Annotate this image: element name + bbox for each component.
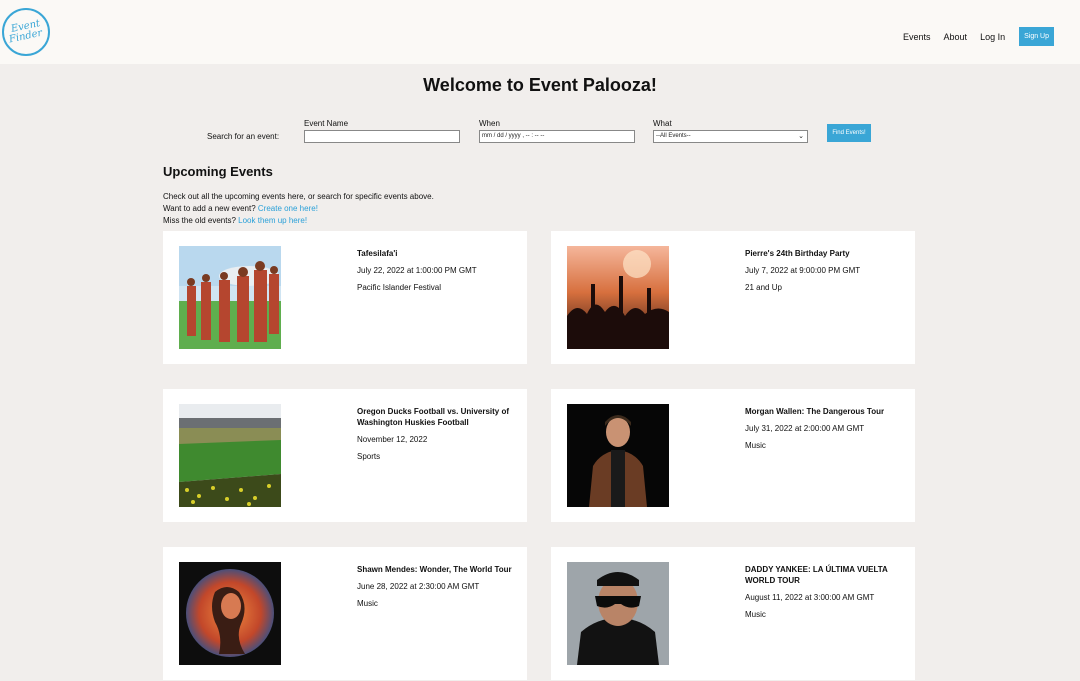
event-image-party[interactable] xyxy=(567,246,669,349)
event-card[interactable]: DADDY YANKEE: LA ÚLTIMA VUELTA WORLD TOU… xyxy=(551,547,915,680)
event-title[interactable]: Tafesilafa'i xyxy=(357,248,512,259)
event-image-festival[interactable] xyxy=(179,246,281,349)
what-label: What xyxy=(653,119,672,128)
signup-button[interactable]: Sign Up xyxy=(1019,27,1054,46)
event-date: November 12, 2022 xyxy=(357,435,428,444)
what-select[interactable]: --All Events-- ⌄ xyxy=(653,130,808,143)
nav-events-link[interactable]: Events xyxy=(903,32,931,42)
event-image-morgan-wallen[interactable] xyxy=(567,404,669,507)
intro-create-text: Want to add a new event? xyxy=(163,204,258,213)
page-title: Welcome to Event Palooza! xyxy=(423,75,657,95)
nav-links: Events About Log In Sign Up xyxy=(890,27,1054,46)
event-title[interactable]: Shawn Mendes: Wonder, The World Tour xyxy=(357,564,512,575)
create-event-link[interactable]: Create one here! xyxy=(258,204,318,213)
what-selected-value: --All Events-- xyxy=(656,133,691,139)
event-card[interactable]: Pierre's 24th Birthday Party July 7, 202… xyxy=(551,231,915,364)
event-info: Morgan Wallen: The Dangerous Tour July 3… xyxy=(745,406,900,451)
navbar: Event Finder Events About Log In Sign Up xyxy=(0,0,1080,64)
event-title[interactable]: Morgan Wallen: The Dangerous Tour xyxy=(745,406,900,417)
event-card[interactable]: Tafesilafa'i July 22, 2022 at 1:00:00 PM… xyxy=(163,231,527,364)
intro-past-line: Miss the old events? Look them up here! xyxy=(163,215,434,227)
event-category: Pacific Islander Festival xyxy=(357,283,442,292)
find-events-button[interactable]: Find Events! xyxy=(827,124,871,142)
event-name-input[interactable] xyxy=(304,130,460,143)
event-category: Music xyxy=(745,610,766,619)
event-name-label: Event Name xyxy=(304,119,349,128)
event-date: July 7, 2022 at 9:00:00 PM GMT xyxy=(745,266,861,275)
event-image-stadium[interactable] xyxy=(179,404,281,507)
event-category: Music xyxy=(745,441,766,450)
event-info: Oregon Ducks Football vs. University of … xyxy=(357,406,512,462)
event-category: Sports xyxy=(357,452,381,461)
when-datetime-input[interactable]: mm / dd / yyyy , -- : -- -- xyxy=(479,130,635,143)
event-date: July 31, 2022 at 2:00:00 AM GMT xyxy=(745,424,865,433)
when-label: When xyxy=(479,119,500,128)
nav-about-link[interactable]: About xyxy=(944,32,968,42)
event-date: July 22, 2022 at 1:00:00 PM GMT xyxy=(357,266,477,275)
event-card[interactable]: Morgan Wallen: The Dangerous Tour July 3… xyxy=(551,389,915,522)
past-events-link[interactable]: Look them up here! xyxy=(238,216,307,225)
event-image-shawn-mendes[interactable] xyxy=(179,562,281,665)
intro-create-line: Want to add a new event? Create one here… xyxy=(163,203,434,215)
event-title[interactable]: DADDY YANKEE: LA ÚLTIMA VUELTA WORLD TOU… xyxy=(745,564,900,586)
upcoming-intro: Check out all the upcoming events here, … xyxy=(163,191,434,227)
event-info: Shawn Mendes: Wonder, The World Tour Jun… xyxy=(357,564,512,609)
event-finder-logo[interactable]: Event Finder xyxy=(2,8,50,56)
event-image-daddy-yankee[interactable] xyxy=(567,562,669,665)
search-form: Search for an event: Event Name When mm … xyxy=(0,118,1080,148)
search-label: Search for an event: xyxy=(207,132,280,141)
event-date: August 11, 2022 at 3:00:00 AM GMT xyxy=(745,593,875,602)
event-info: Pierre's 24th Birthday Party July 7, 202… xyxy=(745,248,900,293)
event-info: DADDY YANKEE: LA ÚLTIMA VUELTA WORLD TOU… xyxy=(745,564,900,620)
intro-past-text: Miss the old events? xyxy=(163,216,239,225)
event-title[interactable]: Oregon Ducks Football vs. University of … xyxy=(357,406,512,428)
event-category: Music xyxy=(357,599,378,608)
intro-line: Check out all the upcoming events here, … xyxy=(163,192,434,201)
event-date: June 28, 2022 at 2:30:00 AM GMT xyxy=(357,582,480,591)
event-info: Tafesilafa'i July 22, 2022 at 1:00:00 PM… xyxy=(357,248,512,293)
chevron-down-icon: ⌄ xyxy=(798,133,804,140)
upcoming-events-title: Upcoming Events xyxy=(163,164,273,179)
event-category: 21 and Up xyxy=(745,283,782,292)
event-title[interactable]: Pierre's 24th Birthday Party xyxy=(745,248,900,259)
event-card[interactable]: Oregon Ducks Football vs. University of … xyxy=(163,389,527,522)
event-card[interactable]: Shawn Mendes: Wonder, The World Tour Jun… xyxy=(163,547,527,680)
nav-login-link[interactable]: Log In xyxy=(980,32,1005,42)
